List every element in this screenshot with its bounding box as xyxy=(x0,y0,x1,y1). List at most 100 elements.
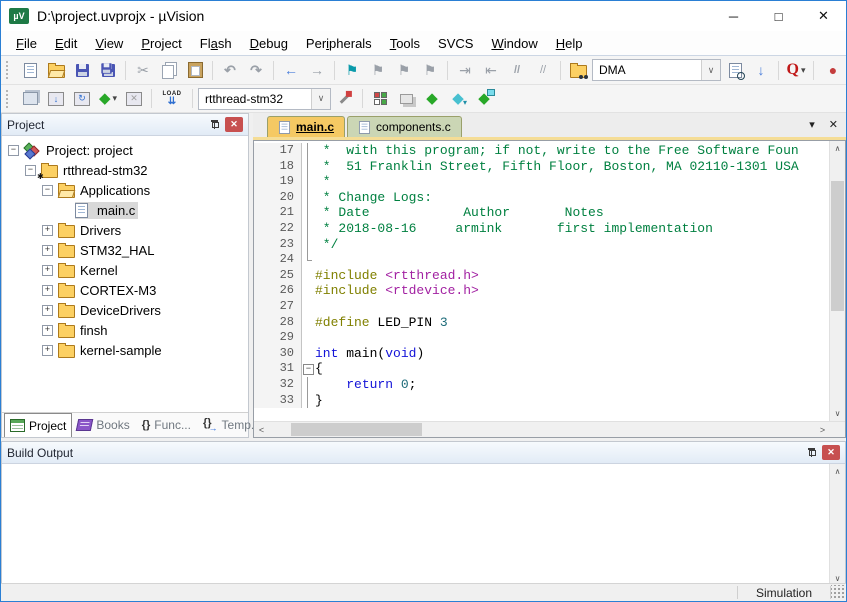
incremental-find-button[interactable]: ↓ xyxy=(749,58,773,82)
menu-file[interactable]: File xyxy=(7,33,46,54)
scroll-track[interactable] xyxy=(830,479,845,571)
fold-margin[interactable] xyxy=(302,393,315,409)
open-file-button[interactable] xyxy=(44,58,68,82)
menu-edit[interactable]: Edit xyxy=(46,33,86,54)
build-output-close-button[interactable]: ✕ xyxy=(822,445,840,460)
comment-selection-button[interactable]: // xyxy=(505,58,529,82)
expander-minus-icon[interactable]: − xyxy=(25,165,36,176)
fold-margin[interactable] xyxy=(302,377,315,393)
panel-tab-books[interactable]: Books xyxy=(72,416,134,434)
batch-build-button[interactable]: ◆▾ xyxy=(96,87,120,111)
panel-tab-func[interactable]: {}Func... xyxy=(137,416,196,434)
new-file-button[interactable] xyxy=(18,58,42,82)
target-select-value[interactable]: rtthread-stm32 xyxy=(199,92,311,106)
expander-plus-icon[interactable]: + xyxy=(42,245,53,256)
save-all-button[interactable] xyxy=(96,58,120,82)
scroll-left-icon[interactable]: < xyxy=(254,422,269,437)
pack-installer-button[interactable]: ◆ xyxy=(472,87,496,111)
fold-margin[interactable]: − xyxy=(302,361,315,377)
editor-tab-components-c[interactable]: components.c xyxy=(347,116,462,137)
fold-margin[interactable] xyxy=(302,174,315,190)
build-output-text[interactable] xyxy=(2,464,829,586)
fold-margin[interactable] xyxy=(302,299,315,315)
menu-window[interactable]: Window xyxy=(482,33,546,54)
build-button[interactable]: ↓ xyxy=(44,87,68,111)
manage-rte-button[interactable]: ◆ xyxy=(420,87,444,111)
stop-build-button[interactable]: ✕ xyxy=(122,87,146,111)
toolbar-grip[interactable] xyxy=(6,61,13,79)
project-tree[interactable]: −Project: project−✱rtthread-stm32−Applic… xyxy=(2,136,248,412)
find-in-document-button[interactable] xyxy=(723,58,747,82)
fold-margin[interactable] xyxy=(302,283,315,299)
debug-dropdown-caret-icon[interactable]: ▾ xyxy=(801,65,806,76)
menu-debug[interactable]: Debug xyxy=(241,33,297,54)
menu-tools[interactable]: Tools xyxy=(381,33,429,54)
start-stop-debug-button[interactable]: Q▾ xyxy=(784,58,808,82)
project-close-button[interactable]: ✕ xyxy=(225,117,243,132)
editor-horizontal-scrollbar[interactable]: < > xyxy=(254,421,845,437)
undo-button[interactable]: ↶ xyxy=(218,58,242,82)
multi-project-workspace-button[interactable] xyxy=(394,87,418,111)
fold-collapse-icon[interactable]: − xyxy=(303,364,314,375)
batch-build-caret-icon[interactable]: ▾ xyxy=(113,93,118,104)
scroll-track[interactable] xyxy=(830,156,845,406)
expander-plus-icon[interactable]: + xyxy=(42,285,53,296)
expander-plus-icon[interactable]: + xyxy=(42,325,53,336)
resize-grip[interactable] xyxy=(831,585,846,600)
fold-margin[interactable] xyxy=(302,221,315,237)
target-select-combo[interactable]: rtthread-stm32 ∨ xyxy=(198,88,331,110)
tree-item-finsh[interactable]: +finsh xyxy=(2,320,248,340)
manage-project-items-button[interactable] xyxy=(368,87,392,111)
fold-margin[interactable] xyxy=(302,159,315,175)
build-output-scrollbar[interactable]: ∧ ∨ xyxy=(829,464,845,586)
scroll-down-icon[interactable]: ∨ xyxy=(830,406,845,421)
redo-button[interactable]: ↷ xyxy=(244,58,268,82)
menu-flash[interactable]: Flash xyxy=(191,33,241,54)
clear-bookmarks-button[interactable]: ⚑ xyxy=(418,58,442,82)
paste-button[interactable] xyxy=(183,58,207,82)
tab-list-caret-icon[interactable]: ▾ xyxy=(809,118,815,131)
fold-margin[interactable] xyxy=(302,205,315,221)
navigate-forward-button[interactable]: → xyxy=(305,58,329,82)
tree-item-project-project[interactable]: −Project: project xyxy=(2,140,248,160)
next-bookmark-button[interactable]: ⚑ xyxy=(366,58,390,82)
fold-margin[interactable] xyxy=(302,143,315,159)
fold-margin[interactable] xyxy=(302,346,315,362)
expander-plus-icon[interactable]: + xyxy=(42,225,53,236)
project-pin-button[interactable] xyxy=(206,117,222,132)
tree-item-rtthread-stm32[interactable]: −✱rtthread-stm32 xyxy=(2,160,248,180)
menu-help[interactable]: Help xyxy=(547,33,592,54)
menu-view[interactable]: View xyxy=(86,33,132,54)
uncomment-selection-button[interactable]: // xyxy=(531,58,555,82)
select-software-packs-button[interactable]: ◆▾ xyxy=(446,87,470,111)
insert-breakpoint-button[interactable]: ● xyxy=(821,58,845,82)
find-in-files-button[interactable] xyxy=(566,58,590,82)
build-output-pin-button[interactable] xyxy=(803,445,819,460)
scroll-right-icon[interactable]: > xyxy=(815,422,830,437)
minimize-button[interactable]: ─ xyxy=(711,1,756,31)
target-combo-dropdown[interactable]: ∨ xyxy=(311,89,330,109)
tree-item-cortex-m3[interactable]: +CORTEX-M3 xyxy=(2,280,248,300)
menu-svcs[interactable]: SVCS xyxy=(429,33,482,54)
find-text-value[interactable]: DMA xyxy=(593,63,701,77)
fold-margin[interactable] xyxy=(302,315,315,331)
options-for-target-button[interactable] xyxy=(333,87,357,111)
tab-close-icon[interactable]: ✕ xyxy=(829,118,838,131)
menu-peripherals[interactable]: Peripherals xyxy=(297,33,381,54)
scroll-thumb[interactable] xyxy=(831,181,844,311)
editor-vertical-scrollbar[interactable]: ∧ ∨ xyxy=(829,141,845,421)
tree-item-stm32-hal[interactable]: +STM32_HAL xyxy=(2,240,248,260)
maximize-button[interactable]: □ xyxy=(756,1,801,31)
cut-button[interactable]: ✂ xyxy=(131,58,155,82)
save-button[interactable] xyxy=(70,58,94,82)
scroll-up-icon[interactable]: ∧ xyxy=(830,464,845,479)
prev-bookmark-button[interactable]: ⚑ xyxy=(392,58,416,82)
menu-project[interactable]: Project xyxy=(132,33,190,54)
expander-plus-icon[interactable]: + xyxy=(42,305,53,316)
toolbar-grip[interactable] xyxy=(6,90,13,108)
fold-margin[interactable] xyxy=(302,190,315,206)
fold-margin[interactable] xyxy=(302,268,315,284)
expander-minus-icon[interactable]: − xyxy=(8,145,19,156)
panel-tab-project[interactable]: Project xyxy=(4,413,72,437)
tree-item-main-c[interactable]: main.c xyxy=(2,200,248,220)
